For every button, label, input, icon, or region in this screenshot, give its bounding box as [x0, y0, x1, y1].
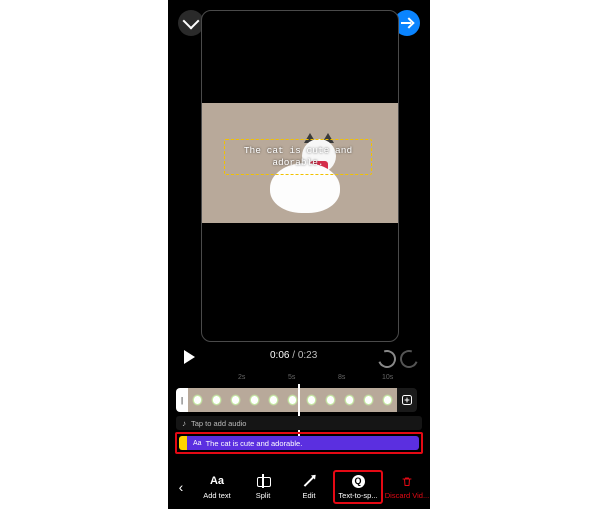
text-icon: Aa: [210, 474, 224, 488]
ruler-mark: 2s: [238, 374, 245, 381]
caption-overlay[interactable]: The cat is cute and adorable.: [224, 139, 372, 175]
thumbnail[interactable]: [378, 388, 397, 412]
split-icon: [257, 474, 269, 488]
play-button[interactable]: [184, 350, 195, 364]
arrow-right-icon: [401, 17, 413, 29]
text-to-speech-button[interactable]: Q Text-to-sp...: [333, 470, 383, 504]
caption-track-highlight: Aa The cat is cute and adorable.: [175, 432, 423, 454]
audio-track[interactable]: ♪ Tap to add audio: [176, 416, 422, 430]
text-type-icon: Aa: [193, 440, 202, 447]
thumbnail[interactable]: [359, 388, 378, 412]
music-note-icon: ♪: [182, 419, 186, 428]
audio-track-label: Tap to add audio: [191, 419, 246, 428]
time-display: 0:06 / 0:23: [270, 350, 317, 361]
back-button[interactable]: ‹: [168, 479, 194, 495]
transport-bar: 0:06 / 0:23: [168, 348, 430, 368]
add-text-button[interactable]: Aa Add text: [194, 474, 240, 500]
thumbnail[interactable]: [340, 388, 359, 412]
edit-button[interactable]: Edit: [286, 474, 332, 500]
thumbnail[interactable]: [226, 388, 245, 412]
tool-label: Discard Vid...: [385, 491, 429, 500]
thumbnail[interactable]: [321, 388, 340, 412]
tool-label: Text-to-sp...: [338, 491, 377, 500]
tool-label: Split: [256, 491, 271, 500]
ruler-mark: 10s: [382, 374, 393, 381]
thumbnail[interactable]: [245, 388, 264, 412]
thumbnail[interactable]: [188, 388, 207, 412]
chevron-down-icon: [183, 13, 200, 30]
caption-clip-start-handle[interactable]: [179, 436, 187, 450]
bottom-toolbar: ‹ Aa Add text Split Edit Q Text-to-sp...: [168, 465, 430, 509]
video-preview[interactable]: The cat is cute and adorable.: [201, 10, 399, 342]
current-time: 0:06: [270, 350, 289, 361]
text-to-speech-icon: Q: [352, 475, 365, 488]
total-time: 0:23: [298, 350, 317, 361]
split-button[interactable]: Split: [240, 474, 286, 500]
caption-overlay-text: The cat is cute and adorable.: [244, 145, 352, 169]
add-clip-icon: [401, 394, 413, 406]
thumbnail[interactable]: [207, 388, 226, 412]
chevron-left-icon: ‹: [179, 479, 184, 495]
clip-start-handle[interactable]: |: [176, 388, 188, 412]
tool-label: Edit: [303, 491, 316, 500]
tool-label: Add text: [203, 491, 231, 500]
thumbnail[interactable]: [302, 388, 321, 412]
trash-icon: [401, 474, 413, 488]
redo-button[interactable]: [397, 347, 421, 371]
caption-clip-text: The cat is cute and adorable.: [206, 439, 303, 448]
ruler-mark: 5s: [288, 374, 295, 381]
add-clip-button[interactable]: [397, 388, 417, 412]
pencil-icon: [304, 476, 315, 487]
discard-video-button[interactable]: Discard Vid...: [384, 474, 430, 500]
thumbnail[interactable]: [264, 388, 283, 412]
ruler-mark: 8s: [338, 374, 345, 381]
video-editor-screen: The cat is cute and adorable. 0:06 / 0:2…: [168, 0, 430, 509]
caption-clip[interactable]: Aa The cat is cute and adorable.: [187, 436, 419, 450]
undo-button[interactable]: [375, 347, 399, 371]
